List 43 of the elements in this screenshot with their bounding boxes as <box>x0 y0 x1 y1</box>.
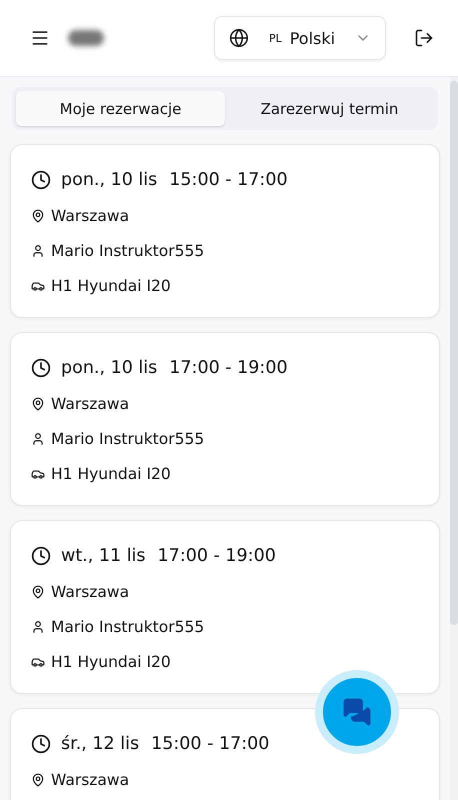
globe-icon <box>229 28 249 48</box>
scrollbar-thumb[interactable] <box>450 81 458 625</box>
location-text: Warszawa <box>51 394 130 414</box>
tab[interactable]: Moje rezerwacje <box>16 91 225 126</box>
reservation-time: 15:00 - 17:00 <box>151 733 270 755</box>
reservation-date: pon., 10 lis <box>61 357 158 379</box>
person-icon <box>31 620 45 634</box>
clock-icon <box>31 546 51 566</box>
vehicle-text: H1 Hyundai I20 <box>51 276 171 296</box>
location-icon <box>31 585 45 599</box>
reservation-card[interactable]: pon., 10 lis 17:00 - 19:00 Warszawa Mario Instruktor555 H1 Hyundai I20 <box>10 332 440 506</box>
clock-icon <box>31 358 51 378</box>
location-text: Warszawa <box>51 770 130 790</box>
logo <box>68 30 104 46</box>
reservation-date: śr., 12 lis <box>61 733 140 755</box>
language-select[interactable]: PL Polski <box>214 16 386 60</box>
reservation-card[interactable]: pon., 10 lis 15:00 - 17:00 Warszawa Mario Instruktor555 H1 Hyundai I20 <box>10 144 440 318</box>
person-icon <box>31 244 45 258</box>
logout-icon <box>414 28 434 48</box>
vehicle-text: H1 Hyundai I20 <box>51 652 171 672</box>
clock-icon <box>31 170 51 190</box>
tab[interactable]: Zarezerwuj termin <box>225 91 434 126</box>
logout-button[interactable] <box>414 28 434 48</box>
location-icon <box>31 773 45 787</box>
location-icon <box>31 397 45 411</box>
instructor-name: Mario Instruktor555 <box>51 429 204 449</box>
scrollbar[interactable] <box>450 77 458 800</box>
reservation-time: 17:00 - 19:00 <box>169 357 288 379</box>
reservation-date: wt., 11 lis <box>61 545 146 567</box>
person-icon <box>31 432 45 446</box>
reservation-card[interactable]: śr., 12 lis 15:00 - 17:00 Warszawa <box>10 708 440 800</box>
reservation-card[interactable]: wt., 11 lis 17:00 - 19:00 Warszawa Mario Instruktor555 H1 Hyundai I20 <box>10 520 440 694</box>
clock-icon <box>31 734 51 754</box>
reservation-date: pon., 10 lis <box>61 169 158 191</box>
reservation-time: 15:00 - 17:00 <box>169 169 288 191</box>
chat-icon <box>342 697 372 727</box>
instructor-name: Mario Instruktor555 <box>51 617 204 637</box>
location-text: Warszawa <box>51 206 130 226</box>
location-icon <box>31 209 45 223</box>
reservation-time: 17:00 - 19:00 <box>158 545 276 567</box>
vehicle-text: H1 Hyundai I20 <box>51 464 171 484</box>
instructor-name: Mario Instruktor555 <box>51 241 204 261</box>
location-text: Warszawa <box>51 582 130 602</box>
